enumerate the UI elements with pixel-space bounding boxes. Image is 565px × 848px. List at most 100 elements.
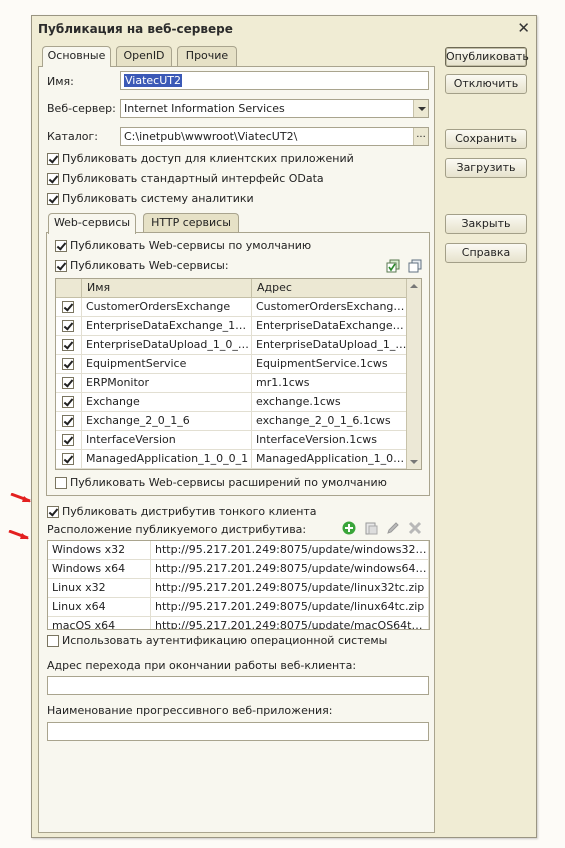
- os-name: Windows x32: [48, 541, 151, 560]
- row-check-cell: [56, 450, 82, 469]
- table-row[interactable]: EnterpriseDataExchange_1_0_1...Enterpris…: [56, 317, 408, 336]
- table-row[interactable]: ManagedApplication_1_0_0_1 ManagedApplica…: [56, 450, 408, 469]
- table-row[interactable]: Exchange exchange.1cws: [56, 393, 408, 412]
- window-title: Публикация на веб-сервере: [38, 22, 233, 36]
- table-row[interactable]: EquipmentService EquipmentService.1cws: [56, 355, 408, 374]
- row-checkbox[interactable]: [62, 358, 74, 370]
- catalog-field[interactable]: C:\inetpub\wwwroot\ViatecUT2\...: [120, 127, 429, 146]
- copy-icon[interactable]: [364, 521, 378, 535]
- list-item[interactable]: Windows x32 http://95.217.201.249:8075/up…: [48, 541, 429, 560]
- table-header: [56, 279, 82, 298]
- row-checkbox[interactable]: [62, 339, 74, 351]
- browse-button[interactable]: ...: [413, 128, 428, 145]
- row-checkbox[interactable]: [62, 301, 74, 313]
- row-check-cell: [56, 317, 82, 336]
- table-row[interactable]: ERPMonitor mr1.1cws: [56, 374, 408, 393]
- list-item[interactable]: Linux x32 http://95.217.201.249:8075/upda…: [48, 579, 429, 598]
- name-label: Имя:: [47, 75, 74, 88]
- server-select[interactable]: Internet Information Services: [120, 99, 429, 118]
- check-all-icon[interactable]: [386, 259, 400, 273]
- service-address: mr1.1cws: [252, 374, 408, 393]
- column-header-address[interactable]: Адрес: [252, 279, 408, 298]
- distrib-url: http://95.217.201.249:8075/update/linux3…: [151, 579, 429, 598]
- row-check-cell: [56, 431, 82, 450]
- save-button[interactable]: Сохранить: [445, 129, 527, 149]
- os-name: Windows x64: [48, 560, 151, 579]
- table-row[interactable]: Exchange_2_0_1_6 exchange_2_0_1_6.1cws: [56, 412, 408, 431]
- service-name: CustomerOrdersExchange: [82, 298, 252, 317]
- service-address: exchange_2_0_1_6.1cws: [252, 412, 408, 431]
- service-address: exchange.1cws: [252, 393, 408, 412]
- service-address: EnterpriseDataUpload_1_0_1...: [252, 336, 408, 355]
- distrib-url: http://95.217.201.249:8075/update/window…: [151, 541, 429, 560]
- os-name: macOS x64: [48, 617, 151, 629]
- row-checkbox[interactable]: [62, 320, 74, 332]
- pwa-name-field[interactable]: [47, 722, 429, 741]
- annotation-arrow-icon: [8, 530, 29, 540]
- list-item[interactable]: Windows x64 http://95.217.201.249:8075/up…: [48, 560, 429, 579]
- table-row[interactable]: EnterpriseDataUpload_1_0_1_1 EnterpriseDa…: [56, 336, 408, 355]
- distrib-url: http://95.217.201.249:8075/update/linux6…: [151, 598, 429, 617]
- table-row[interactable]: InterfaceVersion InterfaceVersion.1cws: [56, 431, 408, 450]
- edit-icon[interactable]: [386, 521, 400, 535]
- pwa-name-label: Наименование прогрессивного веб-приложен…: [47, 704, 333, 717]
- analytics-checkbox[interactable]: [47, 193, 59, 205]
- tab-web-services[interactable]: Web-сервисы: [48, 213, 136, 234]
- row-checkbox[interactable]: [62, 377, 74, 389]
- close-button[interactable]: Закрыть: [445, 214, 527, 234]
- ws-publish-label: Публиковать Web-сервисы:: [70, 259, 229, 272]
- service-address: CustomerOrdersExchange.1c...: [252, 298, 408, 317]
- tab-http-services[interactable]: HTTP сервисы: [143, 213, 239, 233]
- row-check-cell: [56, 298, 82, 317]
- service-name: EnterpriseDataUpload_1_0_1_1: [82, 336, 252, 355]
- analytics-label: Публиковать систему аналитики: [62, 192, 254, 205]
- uncheck-all-icon[interactable]: [408, 259, 422, 273]
- tab-main[interactable]: Основные: [42, 46, 111, 67]
- delete-icon[interactable]: [408, 521, 422, 535]
- load-button[interactable]: Загрузить: [445, 158, 527, 178]
- distrib-label: Расположение публикуемого дистрибутива:: [47, 523, 307, 536]
- ws-publish-checkbox[interactable]: [55, 260, 67, 272]
- exit-address-field[interactable]: [47, 676, 429, 695]
- service-address: EquipmentService.1cws: [252, 355, 408, 374]
- tab-openid[interactable]: OpenID: [116, 46, 172, 66]
- disable-button[interactable]: Отключить: [445, 74, 527, 94]
- thin-client-checkbox[interactable]: [47, 506, 59, 518]
- row-checkbox[interactable]: [62, 453, 74, 465]
- publish-button[interactable]: Опубликовать: [445, 47, 529, 67]
- row-checkbox[interactable]: [62, 415, 74, 427]
- name-field[interactable]: ViatecUT2: [120, 71, 429, 90]
- ws-ext-checkbox[interactable]: [55, 477, 67, 489]
- ws-default-checkbox[interactable]: [55, 240, 67, 252]
- server-label: Веб-сервер:: [47, 102, 116, 115]
- service-name: Exchange: [82, 393, 252, 412]
- services-table: Имя Адрес CustomerOrdersExchange Customer…: [55, 278, 422, 470]
- row-check-cell: [56, 336, 82, 355]
- close-icon[interactable]: ✕: [517, 19, 530, 37]
- list-item[interactable]: Linux x64 http://95.217.201.249:8075/upda…: [48, 598, 429, 617]
- row-checkbox[interactable]: [62, 396, 74, 408]
- client-access-label: Публиковать доступ для клиентских прилож…: [62, 152, 354, 165]
- column-header-name[interactable]: Имя: [82, 279, 252, 298]
- chevron-down-icon[interactable]: [413, 100, 428, 117]
- annotation-arrow-icon: [10, 493, 31, 503]
- os-name: Linux x64: [48, 598, 151, 617]
- table-row[interactable]: CustomerOrdersExchange CustomerOrdersExch…: [56, 298, 408, 317]
- service-address: ManagedApplication_1_0_0_...: [252, 450, 408, 469]
- service-address: EnterpriseDataExchange_1_...: [252, 317, 408, 336]
- list-item[interactable]: macOS x64 http://95.217.201.249:8075/upda…: [48, 617, 429, 629]
- help-button[interactable]: Справка: [445, 243, 527, 263]
- client-access-checkbox[interactable]: [47, 153, 59, 165]
- tab-other[interactable]: Прочие: [177, 46, 237, 66]
- catalog-label: Каталог:: [47, 130, 98, 143]
- add-icon[interactable]: [342, 521, 356, 535]
- exit-address-label: Адрес перехода при окончании работы веб-…: [47, 659, 357, 672]
- service-name: EnterpriseDataExchange_1_0_1...: [82, 317, 252, 336]
- scrollbar[interactable]: [406, 279, 421, 469]
- service-name: Exchange_2_0_1_6: [82, 412, 252, 431]
- row-check-cell: [56, 374, 82, 393]
- row-checkbox[interactable]: [62, 434, 74, 446]
- odata-checkbox[interactable]: [47, 173, 59, 185]
- service-name: ERPMonitor: [82, 374, 252, 393]
- os-auth-checkbox[interactable]: [47, 635, 59, 647]
